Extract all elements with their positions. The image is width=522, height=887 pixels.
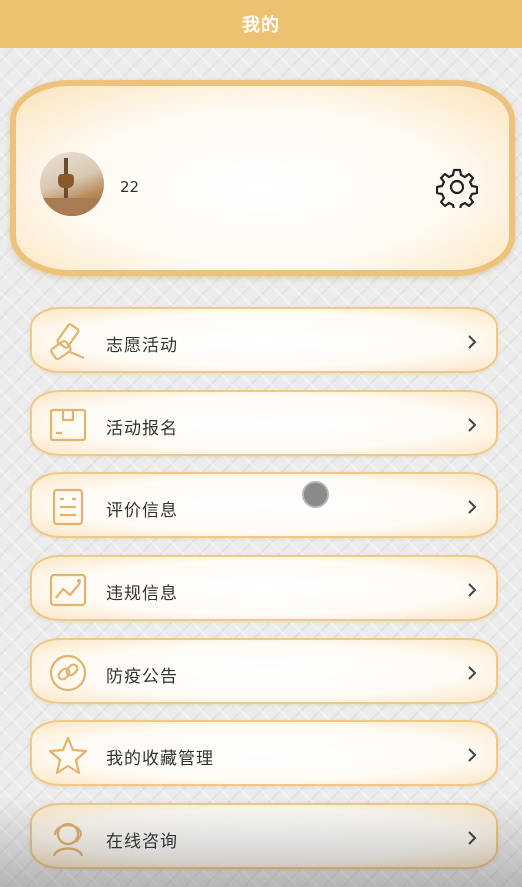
chevron-right-icon	[468, 831, 477, 845]
chevron-right-icon	[468, 418, 477, 432]
chevron-right-icon	[468, 583, 477, 597]
menu-label: 评价信息	[106, 501, 178, 521]
menu-label: 在线咨询	[106, 832, 178, 852]
link-icon	[49, 654, 87, 692]
menu-item-favorites[interactable]: 我的收藏管理	[30, 720, 498, 786]
menu-label: 志愿活动	[106, 336, 178, 356]
menu-item-registration[interactable]: 活动报名	[30, 390, 498, 456]
menu-label: 违规信息	[106, 584, 178, 604]
menu-item-violations[interactable]: 违规信息	[30, 555, 498, 621]
box-icon	[49, 408, 87, 442]
gear-icon	[435, 168, 479, 212]
profile-card: 22	[10, 80, 515, 276]
menu-item-volunteer[interactable]: 志愿活动	[30, 307, 498, 373]
menu-item-online-consult[interactable]: 在线咨询	[30, 803, 498, 869]
menu-label: 我的收藏管理	[106, 749, 214, 769]
menu-item-evaluation[interactable]: 评价信息	[30, 472, 498, 538]
star-icon	[48, 736, 88, 775]
chevron-right-icon	[468, 666, 477, 680]
menu-item-epidemic-notice[interactable]: 防疫公告	[30, 638, 498, 704]
menu-label: 防疫公告	[106, 667, 178, 687]
top-bar: 我的	[0, 0, 522, 48]
chart-icon	[49, 573, 87, 607]
support-icon	[52, 822, 84, 857]
settings-button[interactable]	[435, 166, 479, 212]
menu-label: 活动报名	[106, 419, 178, 439]
username: 22	[120, 178, 140, 196]
avatar[interactable]	[40, 152, 104, 216]
roller-icon	[50, 323, 85, 360]
chevron-right-icon	[468, 335, 477, 349]
chevron-right-icon	[468, 748, 477, 762]
touch-indicator	[302, 481, 329, 508]
clipboard-icon	[52, 488, 84, 526]
chevron-right-icon	[468, 500, 477, 514]
page-title: 我的	[242, 15, 280, 36]
